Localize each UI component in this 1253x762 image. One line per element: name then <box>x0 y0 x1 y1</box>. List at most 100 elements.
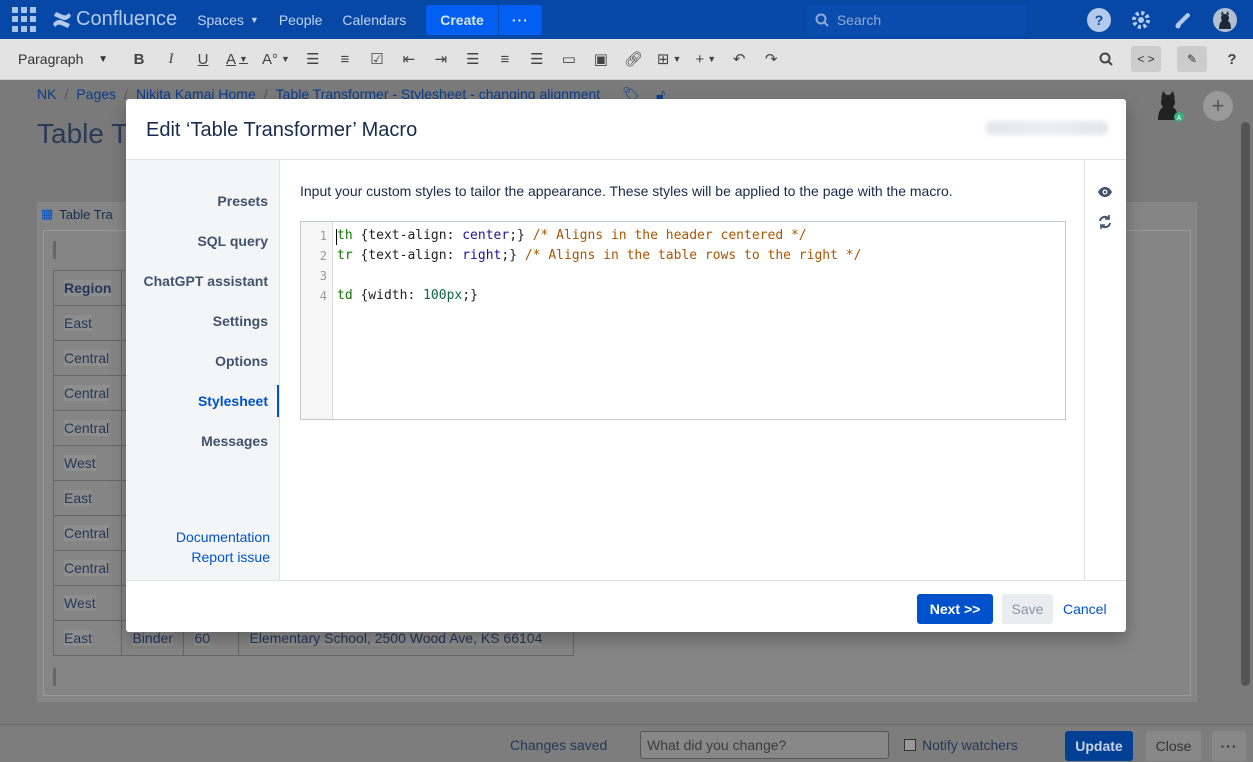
breadcrumb-item[interactable]: NK <box>37 86 56 103</box>
chevron-down-icon: ▼ <box>98 53 108 65</box>
help-icon[interactable]: ? <box>1087 7 1111 32</box>
table-cell[interactable]: Central <box>52 375 123 411</box>
table-cell[interactable]: East <box>52 620 123 656</box>
nav-stylesheet[interactable]: Stylesheet <box>198 393 268 409</box>
notify-watchers-checkbox[interactable]: Notify watchers <box>904 737 1018 753</box>
cancel-button[interactable]: Cancel <box>1063 594 1107 624</box>
close-button[interactable]: Close <box>1146 731 1201 761</box>
redo-icon[interactable]: ↷ <box>762 49 780 69</box>
brand-name: Confluence <box>76 8 178 30</box>
table-cell[interactable]: Central <box>52 340 123 376</box>
toolbar-help-icon[interactable]: ? <box>1223 49 1241 69</box>
page-layout-icon[interactable]: ▭ <box>560 49 578 69</box>
nav-chatgpt-assistant[interactable]: ChatGPT assistant <box>144 273 268 289</box>
indent-icon[interactable]: ⇥ <box>432 49 450 69</box>
table-cell[interactable]: Region <box>52 270 123 306</box>
nav-options[interactable]: Options <box>215 353 268 369</box>
outdent-icon[interactable]: ⇤ <box>400 49 418 69</box>
table-cell[interactable]: West <box>52 585 123 621</box>
refresh-icon[interactable] <box>1097 214 1113 230</box>
table-macro-icon: ▦ <box>41 206 54 221</box>
paragraph-style-select[interactable]: Paragraph ▼ <box>18 51 108 67</box>
checkbox-icon[interactable] <box>904 739 916 751</box>
nav-calendars[interactable]: Calendars <box>342 12 406 28</box>
insert-table-icon[interactable]: ⊞ ▼ <box>657 49 682 69</box>
align-right-icon[interactable]: ☰ <box>528 49 546 69</box>
nav-presets[interactable]: Presets <box>217 193 268 209</box>
table-cell[interactable]: West <box>52 445 123 481</box>
macro-label: Table Tra <box>59 206 113 222</box>
align-center-icon[interactable]: ≡ <box>496 49 514 69</box>
line-number-gutter: 1 2 3 4 <box>301 222 333 419</box>
nav-settings[interactable]: Settings <box>213 313 268 329</box>
macro-header[interactable]: ▦ Table Tra <box>41 206 113 222</box>
search-input[interactable]: Search <box>806 4 1027 35</box>
user-avatar[interactable] <box>1213 7 1237 32</box>
save-button[interactable]: Save <box>1002 594 1053 624</box>
line-number: 3 <box>319 269 327 283</box>
more-formatting-icon[interactable]: A° ▼ <box>262 49 290 69</box>
nav-people[interactable]: People <box>279 12 323 28</box>
code-line[interactable]: tr {text-align: right;} /* Aligns in the… <box>337 248 861 263</box>
change-comment-input[interactable] <box>640 731 889 759</box>
cursor-marker <box>53 241 56 259</box>
report-issue-link[interactable]: Report issue <box>191 549 270 565</box>
insert-link-icon[interactable]: 🔗︎ <box>624 49 643 69</box>
numbered-list-icon[interactable]: ≡ <box>336 49 354 69</box>
create-more-button[interactable]: ··· <box>497 4 542 35</box>
source-code-icon[interactable]: < > <box>1131 46 1161 72</box>
collaborator-avatar[interactable]: A <box>1156 90 1184 122</box>
line-number: 1 <box>319 229 327 243</box>
text-caret <box>336 229 337 245</box>
text-color-icon[interactable]: A ▼ <box>226 49 248 69</box>
dialog-sidebar: Presets SQL query ChatGPT assistant Sett… <box>126 160 279 580</box>
page-scrollbar-thumb[interactable] <box>1241 122 1250 686</box>
find-replace-icon[interactable] <box>1097 49 1115 69</box>
nav-spaces[interactable]: Spaces ▼ <box>197 12 259 28</box>
nav-sql-query[interactable]: SQL query <box>197 233 268 249</box>
table-cell[interactable]: Central <box>52 515 123 551</box>
chevron-down-icon: ▼ <box>249 14 259 25</box>
app-switcher-icon[interactable] <box>12 6 38 33</box>
notifications-icon[interactable] <box>1171 8 1195 32</box>
editor-toolbar: Paragraph ▼ B I U A ▼ A° ▼ ☰ ≡ ☑ ⇤ ⇥ ☰ ≡ ☰… <box>0 39 1253 80</box>
bullet-list-icon[interactable]: ☰ <box>304 49 322 69</box>
page-title[interactable]: Table Tr <box>37 118 137 150</box>
search-icon <box>815 13 829 27</box>
insert-image-icon[interactable]: ▣ <box>592 49 610 69</box>
update-button[interactable]: Update <box>1065 731 1133 761</box>
paragraph-style-label: Paragraph <box>18 51 84 67</box>
confluence-logo[interactable]: Confluence <box>52 8 177 31</box>
table-cell[interactable]: Central <box>52 410 123 446</box>
breadcrumb-item[interactable]: Pages <box>76 86 116 103</box>
css-code-editor[interactable]: 1 2 3 4 th {text-align: center;} /* Alig… <box>300 221 1066 420</box>
bold-icon[interactable]: B <box>130 49 148 69</box>
cursor-marker <box>53 668 56 686</box>
notify-watchers-label: Notify watchers <box>922 737 1018 753</box>
dialog-side-tools <box>1084 160 1126 580</box>
task-list-icon[interactable]: ☑ <box>368 49 386 69</box>
dialog-footer: Next >> Save Cancel <box>126 580 1126 632</box>
documentation-link[interactable]: Documentation <box>176 529 270 545</box>
nav-messages[interactable]: Messages <box>201 433 268 449</box>
more-actions-button[interactable]: ··· <box>1212 731 1246 761</box>
code-line[interactable]: td {width: 100px;} <box>337 288 478 303</box>
underline-icon[interactable]: U <box>194 49 212 69</box>
settings-gear-icon[interactable] <box>1129 8 1153 32</box>
next-button[interactable]: Next >> <box>917 594 993 624</box>
invite-plus-icon[interactable]: + <box>1203 91 1233 121</box>
table-cell[interactable]: East <box>52 305 123 341</box>
code-line[interactable]: th {text-align: center;} /* Aligns in th… <box>337 228 807 243</box>
italic-icon[interactable]: I <box>162 49 180 69</box>
undo-icon[interactable]: ↶ <box>730 49 748 69</box>
feedback-icon[interactable]: ✎ <box>1177 46 1207 72</box>
stylesheet-description: Input your custom styles to tailor the a… <box>300 183 953 199</box>
insert-more-icon[interactable]: + ▼ <box>695 49 716 69</box>
confluence-logo-icon <box>53 11 71 28</box>
preview-eye-icon[interactable] <box>1097 184 1113 200</box>
align-left-icon[interactable]: ☰ <box>464 49 482 69</box>
table-cell[interactable]: Central <box>52 550 123 586</box>
blurred-user-info <box>986 121 1108 135</box>
table-cell[interactable]: East <box>52 480 123 516</box>
create-button[interactable]: Create <box>426 4 498 35</box>
